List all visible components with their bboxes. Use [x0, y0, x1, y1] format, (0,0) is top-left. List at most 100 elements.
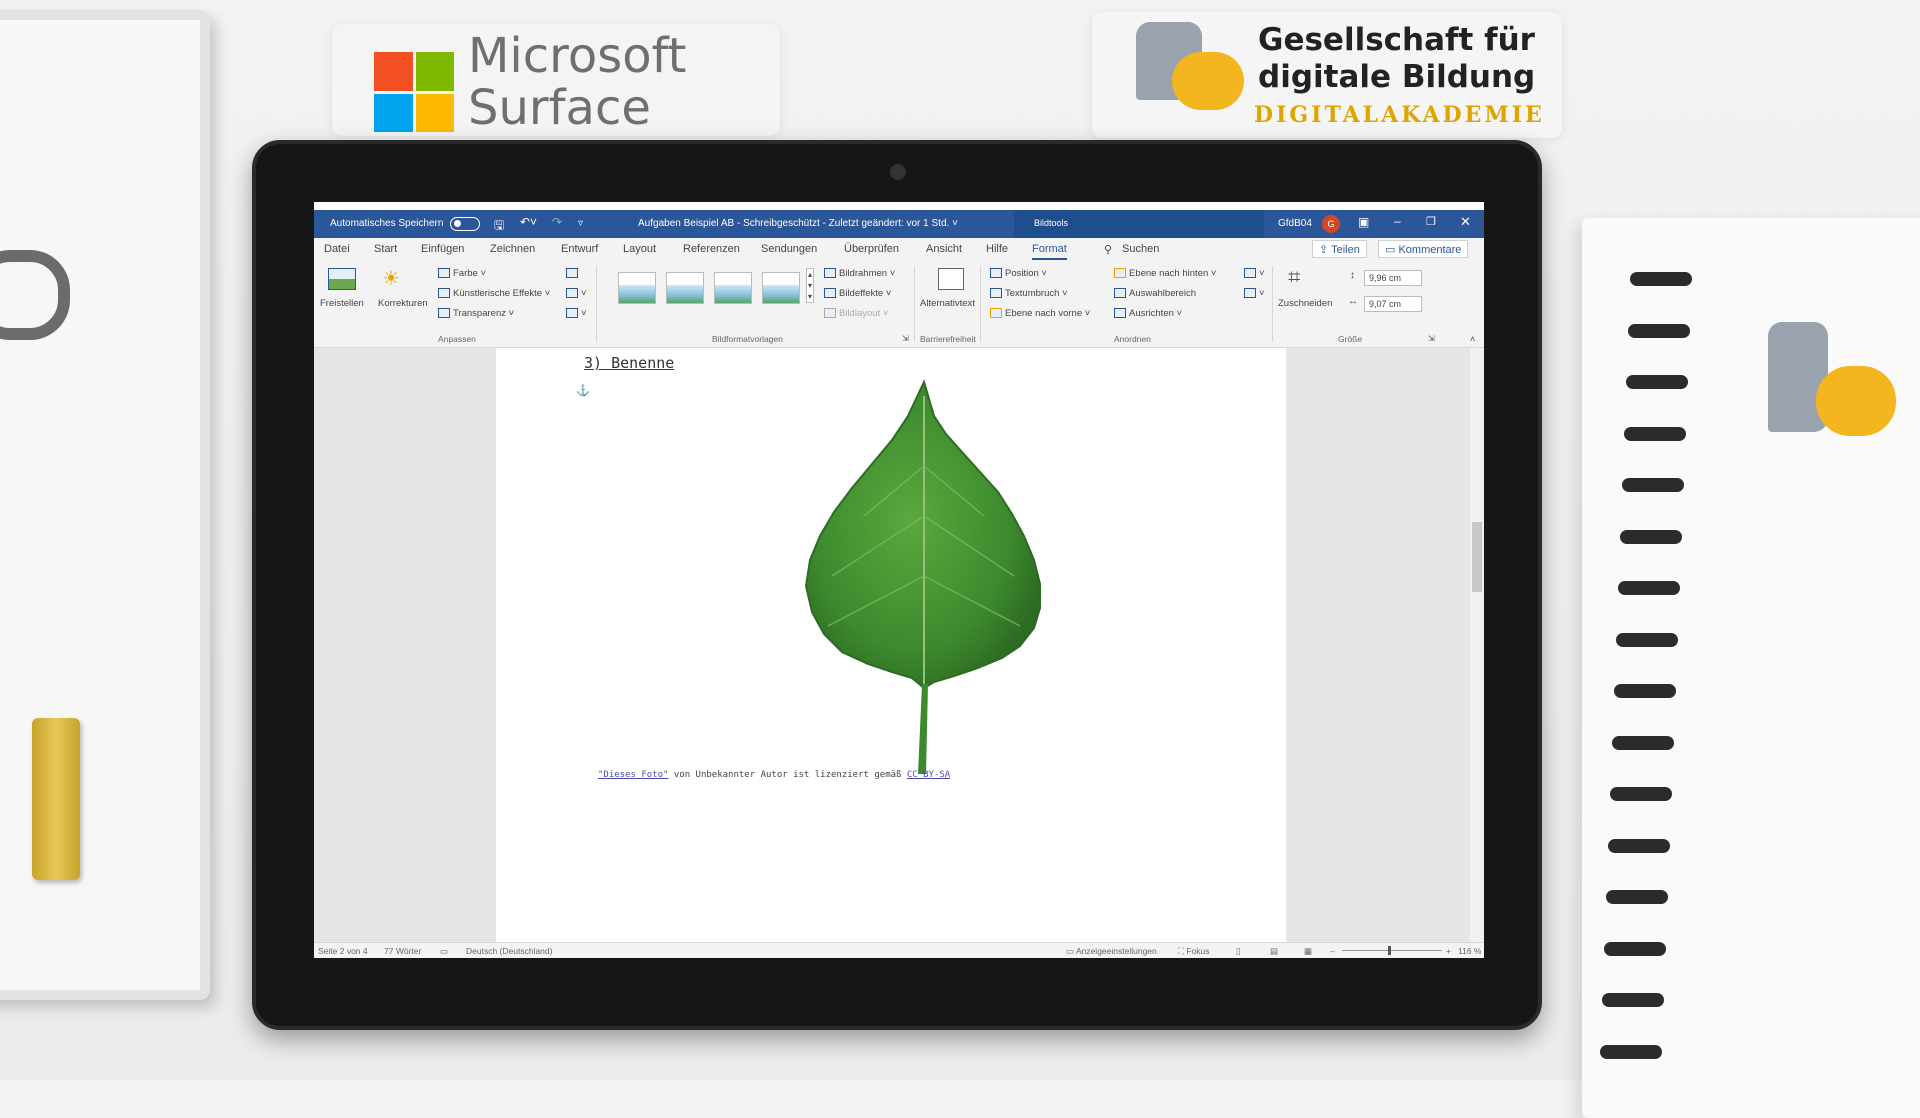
artistic-effects-icon	[438, 288, 450, 299]
group-objects-icon[interactable]: ˅	[1244, 268, 1265, 279]
notebook-ring-icon	[1602, 993, 1664, 1007]
selection-pane-icon	[1114, 288, 1126, 299]
group-divider	[1272, 266, 1273, 342]
zoom-in-icon[interactable]: +	[1446, 946, 1451, 956]
zoom-level[interactable]: 116 %	[1458, 946, 1481, 956]
user-name[interactable]: GfdB04	[1278, 218, 1312, 229]
share-button[interactable]: ⇪ Teilen	[1312, 240, 1367, 258]
focus-button[interactable]: ⛶ Fokus	[1178, 946, 1209, 957]
caption-text: von Unbekannter Autor ist lizenziert gem…	[668, 770, 907, 780]
avatar[interactable]: G	[1322, 215, 1340, 233]
zoom-slider[interactable]	[1342, 950, 1442, 951]
web-layout-icon[interactable]: ▦	[1304, 946, 1312, 957]
search-box[interactable]: Suchen	[1122, 243, 1159, 255]
notebook-ring-icon	[1618, 581, 1680, 595]
remove-background-icon[interactable]	[328, 268, 356, 290]
license-link[interactable]: CC BY-SA	[907, 770, 950, 780]
tab-einfuegen[interactable]: Einfügen	[421, 243, 464, 255]
size-dialog-launcher-icon[interactable]: ⇲	[1428, 334, 1435, 343]
autosave-toggle[interactable]	[450, 217, 480, 231]
zoom-out-icon[interactable]: –	[1330, 946, 1335, 956]
camera-icon	[890, 164, 906, 180]
dialog-launcher-icon[interactable]: ⇲	[902, 334, 909, 343]
zoom-slider-thumb[interactable]	[1388, 946, 1391, 955]
ebene-vorne-button[interactable]: Ebene nach vorne ˅	[990, 308, 1090, 319]
picture-style-1[interactable]	[618, 272, 656, 304]
reset-picture-icon[interactable]: ˅	[566, 308, 587, 319]
word-count[interactable]: 77 Wörter	[384, 946, 421, 956]
ebene-hinten-button[interactable]: Ebene nach hinten ˅	[1114, 268, 1216, 279]
group-divider	[980, 266, 981, 342]
zuschneiden-button[interactable]: Zuschneiden	[1278, 298, 1332, 309]
picture-style-2[interactable]	[666, 272, 704, 304]
vertical-scrollbar[interactable]	[1470, 348, 1484, 942]
styles-gallery-scroll-icon[interactable]: ▴ ▾ ▾	[806, 268, 815, 303]
ausrichten-button[interactable]: Ausrichten ˅	[1114, 308, 1182, 319]
tab-ansicht[interactable]: Ansicht	[926, 243, 962, 255]
artistic-effects-button[interactable]: Künstlerische Effekte ˅	[438, 288, 550, 299]
tab-start[interactable]: Start	[374, 243, 397, 255]
group-anpassen: Anpassen	[438, 334, 476, 344]
document-title[interactable]: Aufgaben Beispiel AB - Schreibgeschützt …	[638, 218, 958, 229]
search-icon[interactable]: ⚲	[1104, 243, 1112, 256]
bildrahmen-button[interactable]: Bildrahmen ˅	[824, 268, 895, 279]
tab-layout[interactable]: Layout	[623, 243, 656, 255]
freistellen-button[interactable]: Freistellen	[320, 298, 364, 309]
leaf-image[interactable]	[784, 376, 1064, 776]
height-input[interactable]: 9,96 cm	[1364, 270, 1422, 286]
minimize-icon[interactable]: –	[1394, 214, 1401, 228]
tab-ueberpruefen[interactable]: Überprüfen	[844, 243, 899, 255]
width-icon: ↔	[1348, 296, 1358, 307]
notebook-ring-icon	[1608, 838, 1670, 853]
redo-icon[interactable]: ↷	[552, 215, 562, 229]
tab-entwurf[interactable]: Entwurf	[561, 243, 598, 255]
farbe-button[interactable]: Farbe ˅	[438, 268, 486, 279]
alternativtext-button[interactable]: Alternativtext	[920, 298, 975, 309]
textumbruch-button[interactable]: Textumbruch ˅	[990, 288, 1068, 299]
bildeffekte-button[interactable]: Bildeffekte ˅	[824, 288, 891, 299]
read-mode-icon[interactable]: ▯	[1236, 946, 1241, 957]
bildlayout-button[interactable]: Bildlayout ˅	[824, 308, 888, 319]
restore-icon[interactable]: ❐	[1426, 215, 1436, 228]
close-icon[interactable]: ✕	[1460, 214, 1471, 230]
tab-zeichnen[interactable]: Zeichnen	[490, 243, 535, 255]
tab-datei[interactable]: Datei	[324, 243, 350, 255]
scrollbar-thumb[interactable]	[1472, 522, 1482, 592]
save-icon[interactable]: 🖫	[494, 216, 504, 237]
crop-icon[interactable]: ⌗	[1288, 264, 1300, 290]
picture-style-3[interactable]	[714, 272, 752, 304]
group-anordnen: Anordnen	[1114, 334, 1151, 344]
page-count[interactable]: Seite 2 von 4	[318, 946, 368, 956]
alt-text-icon[interactable]	[938, 268, 964, 290]
width-input[interactable]: 9,07 cm	[1364, 296, 1422, 312]
compress-pictures-icon[interactable]	[566, 268, 581, 279]
undo-icon[interactable]: ↶˅	[520, 215, 537, 229]
color-icon	[438, 268, 450, 279]
display-settings-button[interactable]: ▭ Anzeigeeinstellungen	[1066, 946, 1157, 957]
tab-format[interactable]: Format	[1032, 243, 1067, 260]
tab-sendungen[interactable]: Sendungen	[761, 243, 817, 255]
corrections-icon[interactable]: ☀	[382, 266, 400, 291]
tab-referenzen[interactable]: Referenzen	[683, 243, 740, 255]
collapse-ribbon-icon[interactable]: ˄	[1470, 334, 1475, 344]
ribbon-display-icon[interactable]: ▣	[1358, 215, 1369, 229]
rotate-icon[interactable]: ˅	[1244, 288, 1265, 299]
picture-style-4[interactable]	[762, 272, 800, 304]
proofing-icon[interactable]: ▭	[440, 946, 448, 957]
document-heading[interactable]: 3) Benenne	[584, 354, 674, 372]
notebook-ring-icon	[1616, 632, 1678, 647]
tab-hilfe[interactable]: Hilfe	[986, 243, 1008, 255]
microsoft-logo-icon	[374, 52, 454, 132]
customize-toolbar-icon[interactable]: ▿	[578, 218, 583, 229]
position-button[interactable]: Position ˅	[990, 268, 1047, 279]
korrekturen-button[interactable]: Korrekturen	[378, 298, 428, 309]
transparency-button[interactable]: Transparenz ˅	[438, 308, 514, 319]
comments-button[interactable]: ▭ Kommentare	[1378, 240, 1469, 258]
notebook-ring-icon	[1620, 529, 1682, 544]
print-layout-icon[interactable]: ▤	[1270, 946, 1278, 957]
change-picture-icon[interactable]: ˅	[566, 288, 587, 299]
photo-link[interactable]: "Dieses Foto"	[598, 770, 668, 780]
language-indicator[interactable]: Deutsch (Deutschland)	[466, 946, 552, 956]
notebook-ring-icon	[1604, 941, 1666, 956]
auswahlbereich-button[interactable]: Auswahlbereich	[1114, 288, 1196, 299]
